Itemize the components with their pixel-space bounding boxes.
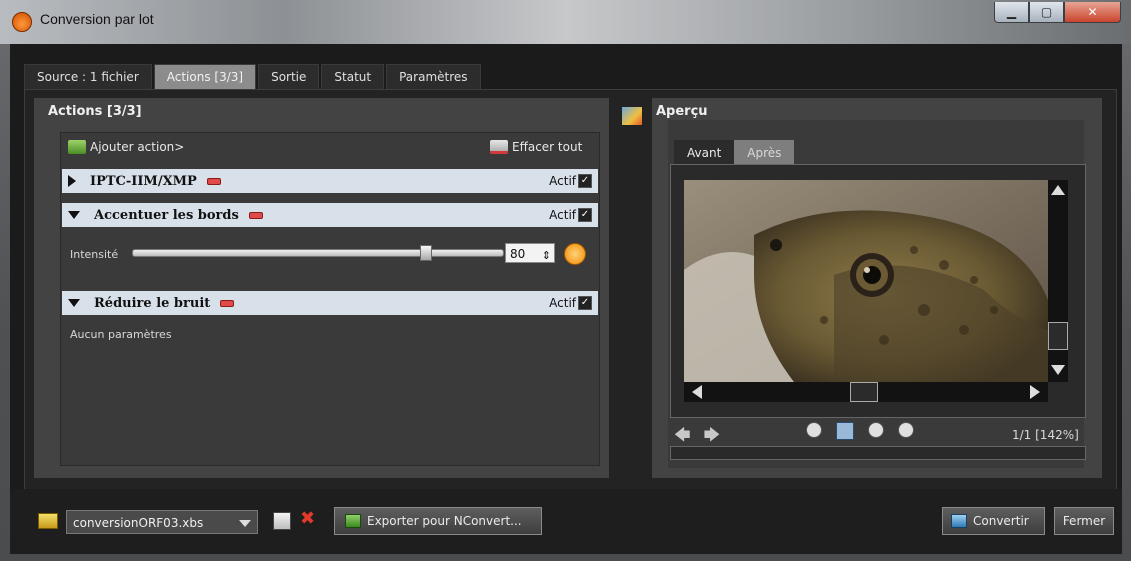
active-checkbox[interactable]: ✓ bbox=[578, 174, 592, 188]
minimize-button[interactable]: ▁ bbox=[994, 2, 1029, 23]
zoom-in-icon[interactable] bbox=[806, 422, 822, 438]
scroll-up-icon[interactable] bbox=[1051, 185, 1065, 195]
zoom-toolbar bbox=[806, 422, 914, 440]
tab-actions[interactable]: Actions [3/3] bbox=[153, 64, 257, 89]
remove-action-icon[interactable] bbox=[206, 177, 221, 185]
close-dialog-button[interactable]: Fermer bbox=[1054, 507, 1114, 535]
preview-tabs: Avant Après bbox=[674, 140, 795, 164]
fit-to-window-icon[interactable] bbox=[836, 422, 854, 440]
action-name: Réduire le bruit bbox=[94, 295, 211, 311]
preview-icon bbox=[621, 106, 643, 126]
tab-avant[interactable]: Avant bbox=[674, 140, 735, 164]
intensity-slider[interactable] bbox=[132, 249, 504, 257]
window-title: Conversion par lot bbox=[40, 11, 154, 27]
action-status: Actif bbox=[549, 296, 576, 310]
tab-apres[interactable]: Après bbox=[734, 140, 795, 164]
zoom-actual-icon[interactable] bbox=[868, 422, 884, 438]
scroll-down-icon[interactable] bbox=[1051, 365, 1065, 375]
intensity-value: 80 bbox=[510, 247, 526, 261]
progress-bar bbox=[670, 446, 1086, 460]
active-checkbox[interactable]: ✓ bbox=[578, 208, 592, 222]
collapse-icon[interactable] bbox=[68, 299, 80, 307]
reset-icon[interactable] bbox=[564, 243, 586, 265]
clear-all-label: Effacer tout bbox=[512, 140, 583, 154]
convert-label: Convertir bbox=[973, 514, 1029, 528]
close-label: Fermer bbox=[1062, 514, 1106, 528]
remove-action-icon[interactable] bbox=[248, 211, 263, 219]
no-params-label: Aucun paramètres bbox=[70, 328, 172, 341]
zoom-level: 1/1 [142%] bbox=[1012, 428, 1079, 442]
window-controls: ▁ ▢ ✕ bbox=[994, 2, 1121, 23]
file-select[interactable]: conversionORF03.xbs bbox=[66, 510, 258, 534]
titlebar: Conversion par lot ▁ ▢ ✕ bbox=[0, 0, 1131, 44]
preview-title: Aperçu bbox=[656, 104, 708, 119]
spin-arrows-icon[interactable]: ⇕ bbox=[542, 246, 551, 266]
add-action-label: Ajouter action> bbox=[90, 140, 185, 154]
intensity-slider-thumb[interactable] bbox=[420, 245, 432, 261]
clear-all-icon bbox=[490, 140, 508, 154]
folder-icon[interactable] bbox=[38, 513, 58, 529]
action-row-accentuer[interactable]: Accentuer les bords Actif ✓ bbox=[62, 203, 598, 227]
action-status: Actif bbox=[549, 208, 576, 222]
collapse-icon[interactable] bbox=[68, 211, 80, 219]
action-name: Accentuer les bords bbox=[94, 207, 239, 223]
preview-image bbox=[684, 180, 1048, 382]
expand-icon[interactable] bbox=[68, 175, 76, 187]
tab-statut[interactable]: Statut bbox=[321, 64, 385, 89]
convert-icon bbox=[951, 514, 967, 528]
file-select-value: conversionORF03.xbs bbox=[73, 516, 204, 530]
active-checkbox[interactable]: ✓ bbox=[578, 296, 592, 310]
vertical-scroll-thumb[interactable] bbox=[1048, 322, 1068, 350]
chevron-down-icon[interactable] bbox=[239, 520, 251, 527]
action-status: Actif bbox=[549, 174, 576, 188]
save-icon[interactable] bbox=[273, 512, 291, 530]
scroll-right-icon[interactable] bbox=[1030, 385, 1040, 399]
action-row-reduire[interactable]: Réduire le bruit Actif ✓ bbox=[62, 291, 598, 315]
delete-icon[interactable]: ✖ bbox=[300, 508, 315, 529]
actions-title: Actions [3/3] bbox=[48, 104, 142, 119]
zoom-out-icon[interactable] bbox=[898, 422, 914, 438]
export-nconvert-button[interactable]: Exporter pour NConvert... bbox=[334, 507, 542, 535]
tab-parametres[interactable]: Paramètres bbox=[386, 64, 481, 89]
next-icon[interactable]: 🡆 bbox=[704, 425, 721, 444]
window: Conversion par lot ▁ ▢ ✕ Source : 1 fich… bbox=[0, 0, 1131, 561]
intensity-spinbox[interactable]: 80 ⇕ bbox=[505, 243, 555, 263]
tab-source[interactable]: Source : 1 fichier bbox=[24, 64, 152, 89]
action-name: IPTC-IIM/XMP bbox=[90, 173, 197, 189]
convert-button[interactable]: Convertir bbox=[942, 507, 1045, 535]
scroll-left-icon[interactable] bbox=[692, 385, 702, 399]
tab-sortie[interactable]: Sortie bbox=[258, 64, 320, 89]
export-icon bbox=[345, 514, 361, 528]
add-action-button[interactable]: Ajouter action> bbox=[68, 140, 184, 154]
remove-action-icon[interactable] bbox=[220, 299, 235, 307]
horizontal-scroll-thumb[interactable] bbox=[850, 382, 878, 402]
export-label: Exporter pour NConvert... bbox=[367, 514, 522, 528]
main-tabs: Source : 1 fichier Actions [3/3] Sortie … bbox=[24, 64, 483, 89]
intensity-label: Intensité bbox=[70, 248, 119, 261]
clear-all-button[interactable]: Effacer tout bbox=[490, 140, 582, 154]
previous-icon[interactable]: 🡄 bbox=[674, 425, 691, 444]
app-icon bbox=[12, 12, 32, 32]
close-button[interactable]: ✕ bbox=[1064, 2, 1121, 23]
maximize-button[interactable]: ▢ bbox=[1029, 2, 1064, 23]
add-action-icon bbox=[68, 140, 86, 154]
vertical-scrollbar[interactable] bbox=[1048, 180, 1068, 382]
action-row-iptc[interactable]: IPTC-IIM/XMP Actif ✓ bbox=[62, 169, 598, 193]
